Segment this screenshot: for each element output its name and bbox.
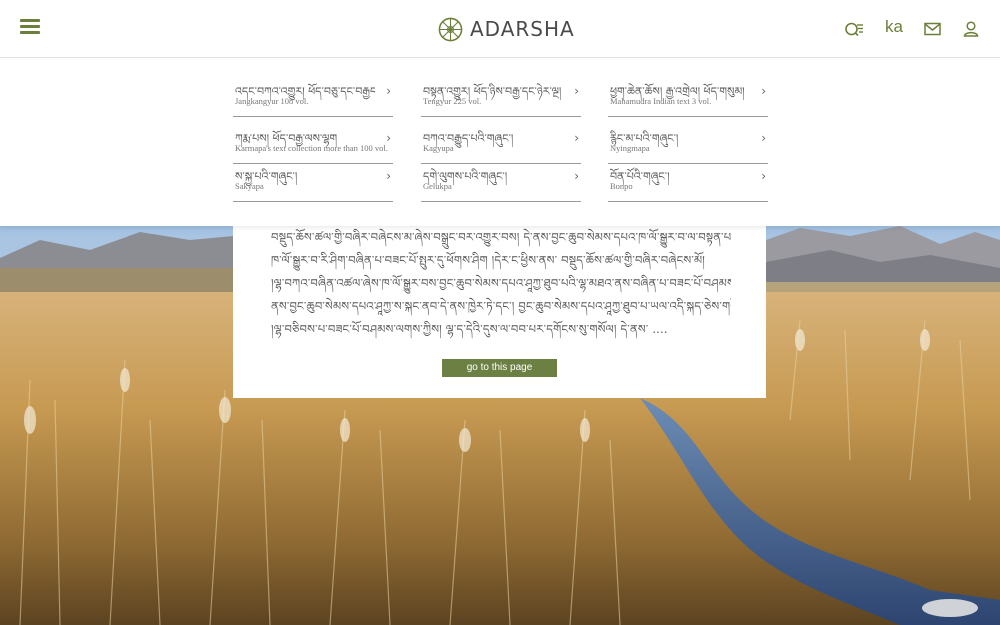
chevron-right-icon: › bbox=[386, 84, 391, 98]
excerpt-line: །ལྷ་བཀའ་བཞིན་འཚལ་ཞེས་ཁ་ལོ་སྒྱུར་བས་བྱང་ཆ… bbox=[271, 276, 731, 290]
chevron-right-icon: › bbox=[761, 84, 766, 98]
chevron-right-icon: › bbox=[761, 131, 766, 145]
menu-item-english-label: Karmapa's text collection more than 100 … bbox=[235, 143, 388, 153]
site-logo[interactable]: ADARSHA bbox=[438, 15, 575, 43]
menu-item-english-label: Jangkangyur 108 vol. bbox=[235, 96, 309, 106]
chevron-right-icon: › bbox=[386, 169, 391, 183]
logo-text: ADARSHA bbox=[470, 17, 575, 41]
menu-item-english-label: Mahamudra Indian text 3 vol. bbox=[610, 96, 712, 106]
dharma-wheel-logo-icon bbox=[438, 17, 463, 41]
mail-icon[interactable] bbox=[924, 19, 941, 39]
search-list-icon[interactable] bbox=[844, 19, 864, 39]
menu-item-english-label: Sakyapa bbox=[235, 181, 264, 191]
chevron-right-icon: › bbox=[574, 131, 579, 145]
excerpt-line: །ལྷ་བཅིབས་པ་བཟང་པོ་བཤམས་ལགས་ཀྱིས། ལྷ་ད་ད… bbox=[271, 322, 668, 336]
excerpt-line: ཁ་ལོ་སྒྱུར་བ་རི་ཤིག་བཞིན་པ་བཟང་པོ་སྤུར་ད… bbox=[271, 253, 706, 267]
menu-item-kagyupa[interactable]: བཀའ་བརྒྱུད་པའི་གཞུང་། Kagyupa › bbox=[421, 126, 581, 164]
menu-item-nyingmapa[interactable]: རྙིང་མ་པའི་གཞུང་། Nyingmapa › bbox=[608, 126, 768, 164]
chevron-right-icon: › bbox=[574, 84, 579, 98]
chevron-right-icon: › bbox=[761, 169, 766, 183]
menu-item-english-label: Kagyupa bbox=[423, 143, 454, 153]
hamburger-menu-icon[interactable] bbox=[20, 19, 40, 39]
menu-item-english-label: Tengyur 225 vol. bbox=[423, 96, 482, 106]
top-header: ADARSHA ka bbox=[0, 0, 1000, 58]
menu-item-gelukpa[interactable]: དགེ་ལུགས་པའི་གཞུང་། Gelukpa › bbox=[421, 164, 581, 202]
excerpt-line: ནས་བྱང་ཆུབ་སེམས་དཔའ་ཤཱཀྱ་ས་སྐང་ནབ་དེ་ནས་… bbox=[271, 299, 731, 313]
user-icon[interactable] bbox=[963, 19, 979, 39]
menu-item-english-label: Gelukpa bbox=[423, 181, 452, 191]
menu-item-tengyur[interactable]: བསྟན་འགྱུར། ཕོད་ཉིས་བརྒྱ་དང་ཉེར་ལྔ། Teng… bbox=[421, 79, 581, 117]
chevron-right-icon: › bbox=[574, 169, 579, 183]
menu-item-karmapa[interactable]: ཀརྨ་པས། ཕོད་བརྒྱ་ལས་ལྷག Karmapa's text c… bbox=[233, 126, 393, 164]
collections-dropdown-menu: འདང་བཀའ་འགྱུར། ཕོད་བཅུ་དང་བརྒྱད། Jangkan… bbox=[0, 58, 1000, 226]
menu-item-english-label: Bonpo bbox=[610, 181, 633, 191]
featured-text-card: བསྡུད་ཆོས་ཚལ་གྱི་བཞིར་བཞེངས་མ་ཞེས་བསྒྲུང… bbox=[233, 226, 766, 398]
menu-item-bonpo[interactable]: བོན་པོའི་གཞུང་། Bonpo › bbox=[608, 164, 768, 202]
chevron-right-icon: › bbox=[386, 131, 391, 145]
menu-item-sakyapa[interactable]: ས་སྐྱ་པའི་གཞུང་། Sakyapa › bbox=[233, 164, 393, 202]
language-toggle[interactable]: ka bbox=[885, 17, 903, 37]
menu-item-jangkangyur[interactable]: འདང་བཀའ་འགྱུར། ཕོད་བཅུ་དང་བརྒྱད། Jangkan… bbox=[233, 79, 393, 117]
menu-item-english-label: Nyingmapa bbox=[610, 143, 650, 153]
go-to-page-button[interactable]: go to this page bbox=[442, 359, 557, 377]
excerpt-line: བསྡུད་ཆོས་ཚལ་གྱི་བཞིར་བཞེངས་མ་ཞེས་བསྒྲུང… bbox=[271, 230, 731, 244]
menu-item-mahamudra[interactable]: ཕྱག་ཆེན་ཆོས། རྒྱ་འགྲེལ། ཕོད་གསུམ། Mahamu… bbox=[608, 79, 768, 117]
featured-text-excerpt: བསྡུད་ཆོས་ཚལ་གྱི་བཞིར་བཞེངས་མ་ཞེས་བསྒྲུང… bbox=[271, 226, 731, 341]
